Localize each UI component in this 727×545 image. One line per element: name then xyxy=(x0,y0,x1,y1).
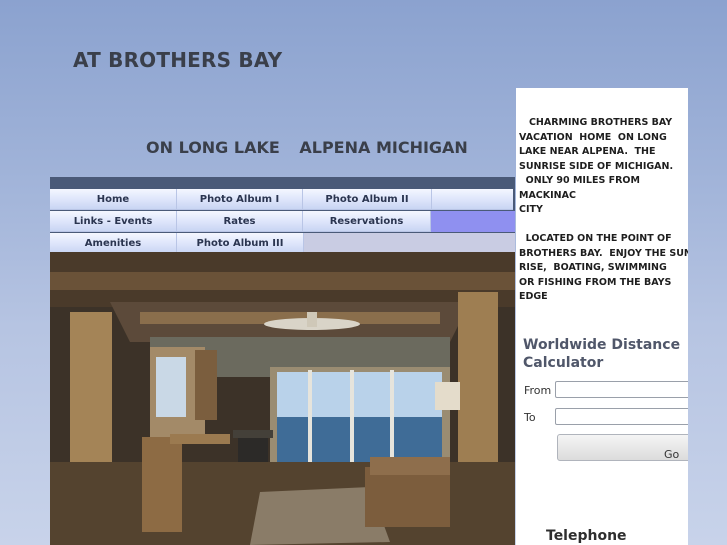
nav-bar: Home Photo Album I Photo Album II Links … xyxy=(50,177,515,254)
nav-links-events[interactable]: Links - Events xyxy=(50,211,177,232)
go-button-label: Go xyxy=(664,448,680,461)
nav-reservations[interactable]: Reservations xyxy=(303,211,431,232)
subtitle-lake: ON LONG LAKE xyxy=(146,138,280,157)
nav-photo-album-1[interactable]: Photo Album I xyxy=(177,189,303,210)
from-input[interactable] xyxy=(555,381,688,398)
nav-row-3: Amenities Photo Album III xyxy=(50,233,515,254)
nav-home[interactable]: Home xyxy=(50,189,177,210)
subtitle-city: ALPENA MICHIGAN xyxy=(299,138,468,157)
go-button[interactable]: Go xyxy=(557,434,688,461)
from-label: From xyxy=(524,384,552,397)
nav-amenities[interactable]: Amenities xyxy=(50,233,177,254)
site-title: AT BROTHERS BAY xyxy=(73,48,283,72)
nav-row-3-filler xyxy=(304,233,515,254)
nav-photo-album-2[interactable]: Photo Album II xyxy=(303,189,432,210)
nav-row-1: Home Photo Album I Photo Album II xyxy=(50,189,513,210)
nav-row-1-filler xyxy=(432,189,513,210)
cabin-interior-photo xyxy=(50,252,515,545)
to-label: To xyxy=(524,411,536,424)
main-content: Home Photo Album I Photo Album II Links … xyxy=(50,177,515,545)
telephone-heading: Telephone xyxy=(546,528,627,544)
location-subtitle: ON LONG LAKE ALPENA MICHIGAN xyxy=(146,138,482,157)
intro-text: CHARMING BROTHERS BAY VACATION HOME ON L… xyxy=(519,117,688,302)
nav-rates[interactable]: Rates xyxy=(177,211,303,232)
sidebar: CHARMING BROTHERS BAY VACATION HOME ON L… xyxy=(516,88,688,545)
nav-row-2: Links - Events Rates Reservations xyxy=(50,211,515,232)
distance-calculator-title: Worldwide Distance Calculator xyxy=(523,337,681,371)
to-input[interactable] xyxy=(555,408,688,425)
nav-photo-album-3[interactable]: Photo Album III xyxy=(177,233,304,254)
nav-row-2-filler xyxy=(431,211,515,232)
